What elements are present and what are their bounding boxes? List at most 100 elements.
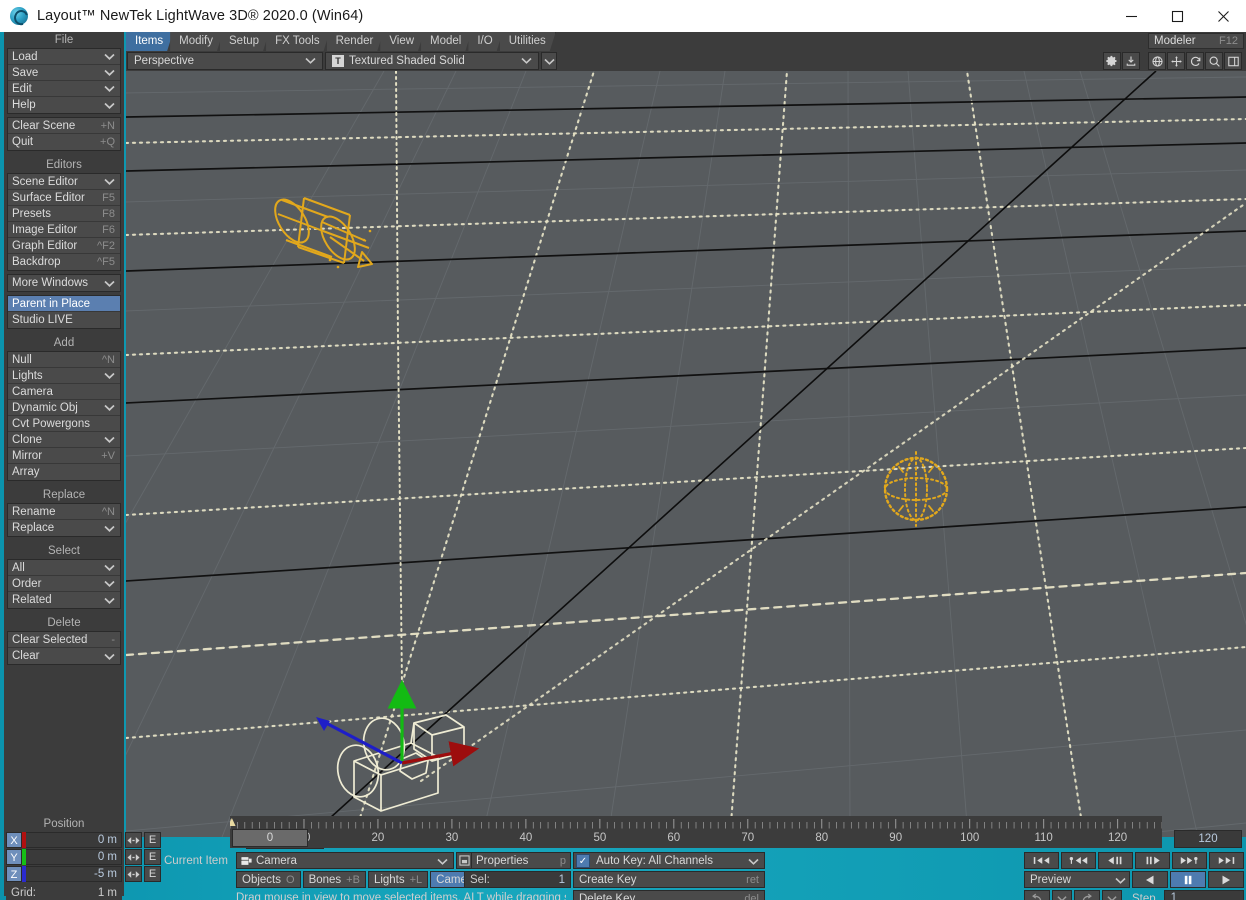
refresh-icon[interactable] <box>1186 52 1204 70</box>
sidebar-item-label: Null <box>12 352 32 368</box>
keyframe-arrows-icon[interactable] <box>125 849 142 865</box>
sidebar-item-more-windows[interactable]: More Windows <box>8 275 120 291</box>
tab-items[interactable]: Items <box>126 32 173 51</box>
close-button[interactable] <box>1200 0 1246 32</box>
grid-size-row: Grid: 1 m <box>6 885 122 900</box>
zoom-icon[interactable] <box>1205 52 1223 70</box>
sidebar-item-label: Related <box>12 592 52 608</box>
envelope-button-z[interactable]: E <box>144 866 161 882</box>
pause-icon[interactable] <box>1170 871 1206 888</box>
properties-button[interactable]: Properties p <box>471 852 571 869</box>
keyframe-arrows-icon[interactable] <box>125 866 142 882</box>
select-type-objects[interactable]: ObjectsO <box>236 871 301 888</box>
gear-icon[interactable] <box>1103 52 1121 70</box>
sidebar-item-rename[interactable]: Rename^N <box>8 504 120 520</box>
envelope-button-x[interactable]: E <box>144 832 161 848</box>
axis-value-x[interactable]: 0 m <box>26 832 122 848</box>
redo-options-dropdown[interactable] <box>1102 890 1122 900</box>
next-key-icon[interactable] <box>1172 852 1207 869</box>
modeler-button[interactable]: Modeler F12 <box>1148 33 1244 49</box>
pan-view-icon[interactable] <box>1167 52 1185 70</box>
sidebar-item-clear-selected[interactable]: Clear Selected- <box>8 632 120 648</box>
timeline-ruler[interactable]: 102030405060708090100110120 0 <box>230 816 1162 848</box>
sidebar-item-clone[interactable]: Clone <box>8 432 120 448</box>
sidebar-item-graph-editor[interactable]: Graph Editor^F2 <box>8 238 120 254</box>
sidebar-item-null[interactable]: Null^N <box>8 352 120 368</box>
step-forward-icon[interactable] <box>1135 852 1170 869</box>
undo-icon[interactable] <box>1024 890 1050 900</box>
sidebar-item-all[interactable]: All <box>8 560 120 576</box>
tab-render[interactable]: Render <box>327 32 384 51</box>
tab-utilities[interactable]: Utilities <box>500 32 556 51</box>
tab-view[interactable]: View <box>380 32 424 51</box>
sidebar-item-dynamic-obj[interactable]: Dynamic Obj <box>8 400 120 416</box>
axis-button-x[interactable]: X <box>6 832 22 848</box>
sidebar-item-studio-live[interactable]: Studio LIVE <box>8 312 120 328</box>
sidebar-item-replace[interactable]: Replace <box>8 520 120 536</box>
skip-to-start-icon[interactable] <box>1024 852 1059 869</box>
sidebar-item-quit[interactable]: Quit+Q <box>8 134 120 150</box>
sidebar-item-load[interactable]: Load <box>8 49 120 65</box>
step-value-field[interactable]: 1 <box>1164 890 1244 900</box>
item-picker-button[interactable] <box>456 852 472 869</box>
view-mode-dropdown[interactable]: Perspective <box>127 52 323 70</box>
preview-dropdown[interactable]: Preview <box>1024 871 1130 888</box>
undo-options-dropdown[interactable] <box>1052 890 1072 900</box>
transport-playback-row: Preview <box>1024 871 1244 888</box>
timeline-frame-slider[interactable]: 0 <box>232 829 308 847</box>
sidebar-item-clear[interactable]: Clear <box>8 648 120 664</box>
perspective-viewport[interactable] <box>126 71 1246 837</box>
sidebar-item-cvt-powergons[interactable]: Cvt Powergons <box>8 416 120 432</box>
axis-value-z[interactable]: -5 m <box>26 866 122 882</box>
redo-icon[interactable] <box>1074 890 1100 900</box>
sidebar-item-help[interactable]: Help <box>8 97 120 113</box>
axis-button-z[interactable]: Z <box>6 866 22 882</box>
timeline-end-frame-field[interactable]: 120 <box>1174 830 1242 848</box>
maximize-button[interactable] <box>1154 0 1200 32</box>
sidebar-item-parent-in-place[interactable]: Parent in Place <box>8 296 120 312</box>
select-type-bones[interactable]: Bones+B <box>303 871 366 888</box>
axis-value-y[interactable]: 0 m <box>26 849 122 865</box>
sidebar-item-image-editor[interactable]: Image EditorF6 <box>8 222 120 238</box>
auto-key-dropdown[interactable]: ✓ Auto Key: All Channels <box>573 852 765 869</box>
play-reverse-icon[interactable] <box>1132 871 1168 888</box>
sidebar-item-camera[interactable]: Camera <box>8 384 120 400</box>
sidebar-item-presets[interactable]: PresetsF8 <box>8 206 120 222</box>
minimize-button[interactable] <box>1108 0 1154 32</box>
sidebar-item-surface-editor[interactable]: Surface EditorF5 <box>8 190 120 206</box>
step-back-icon[interactable] <box>1098 852 1133 869</box>
current-item-dropdown[interactable]: Camera <box>236 852 454 869</box>
sidebar-item-scene-editor[interactable]: Scene Editor <box>8 174 120 190</box>
auto-key-checkbox[interactable]: ✓ <box>576 854 590 868</box>
sidebar-item-order[interactable]: Order <box>8 576 120 592</box>
tab-modify[interactable]: Modify <box>170 32 223 51</box>
sidebar-item-related[interactable]: Related <box>8 592 120 608</box>
rotate-view-icon[interactable] <box>1148 52 1166 70</box>
tab-setup[interactable]: Setup <box>220 32 269 51</box>
prev-key-icon[interactable] <box>1061 852 1096 869</box>
shading-mode-dropdown[interactable]: T Textured Shaded Solid <box>325 52 539 70</box>
tab-fx-tools[interactable]: FX Tools <box>266 32 330 51</box>
tab-model[interactable]: Model <box>421 32 471 51</box>
select-type-lights[interactable]: Lights+L <box>368 871 428 888</box>
sidebar-item-backdrop[interactable]: Backdrop^F5 <box>8 254 120 270</box>
tab-i-o[interactable]: I/O <box>468 32 502 51</box>
skip-to-end-icon[interactable] <box>1209 852 1244 869</box>
create-key-button[interactable]: Create Key ret <box>573 871 765 888</box>
shading-options-dropdown[interactable] <box>541 52 557 70</box>
envelope-button-y[interactable]: E <box>144 849 161 865</box>
axis-button-y[interactable]: Y <box>6 849 22 865</box>
keyframe-arrows-icon[interactable] <box>125 832 142 848</box>
sidebar-item-lights[interactable]: Lights <box>8 368 120 384</box>
export-icon[interactable] <box>1122 52 1140 70</box>
maximize-view-icon[interactable] <box>1224 52 1242 70</box>
delete-key-button[interactable]: Delete Key del <box>573 890 765 900</box>
axis-controls-y: E <box>125 849 161 865</box>
sidebar-item-mirror[interactable]: Mirror+V <box>8 448 120 464</box>
sidebar-item-array[interactable]: Array <box>8 464 120 480</box>
sidebar-item-save[interactable]: Save <box>8 65 120 81</box>
sidebar-item-edit[interactable]: Edit <box>8 81 120 97</box>
sidebar-item-clear-scene[interactable]: Clear Scene+N <box>8 118 120 134</box>
chevron-down-icon <box>104 404 118 411</box>
play-icon[interactable] <box>1208 871 1244 888</box>
